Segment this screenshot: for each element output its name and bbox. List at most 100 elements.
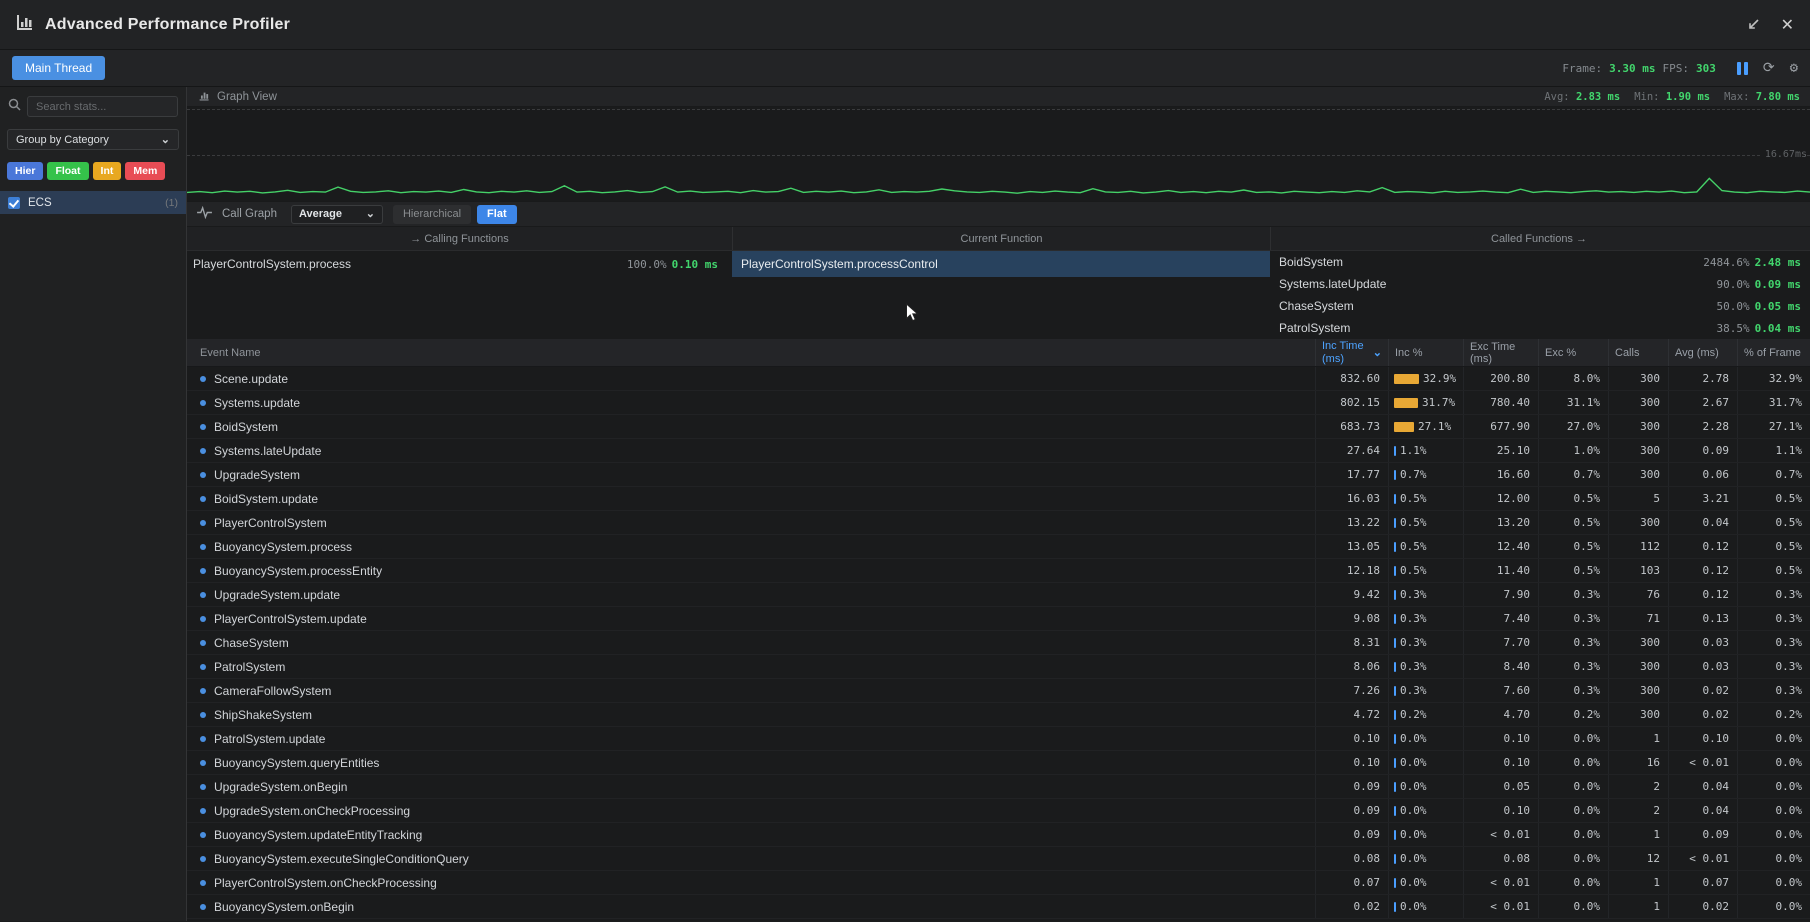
table-row[interactable]: BuoyancySystem.updateEntityTracking0.090… <box>187 823 1810 847</box>
hierarchical-button[interactable]: Hierarchical <box>393 205 471 224</box>
table-row[interactable]: PatrolSystem.update0.100.0%0.100.0%10.10… <box>187 727 1810 751</box>
value-cell: 7.90 <box>1463 583 1538 606</box>
category-dot-icon <box>200 424 206 430</box>
inc-pct-cell: 0.0% <box>1388 799 1463 822</box>
category-dot-icon <box>200 520 206 526</box>
mode-select[interactable]: Average ⌄ <box>291 205 383 224</box>
search-input[interactable] <box>27 96 178 117</box>
table-row[interactable]: BuoyancySystem.onBegin0.020.0%< 0.010.0%… <box>187 895 1810 919</box>
value-cell: 7.26 <box>1315 679 1388 702</box>
filter-chip-hier[interactable]: Hier <box>7 162 43 180</box>
flat-button[interactable]: Flat <box>477 205 517 224</box>
category-dot-icon <box>200 808 206 814</box>
column-header-avg[interactable]: Avg (ms) <box>1668 339 1737 366</box>
called-function-row[interactable]: BoidSystem2484.6%2.48 ms <box>1270 251 1807 273</box>
inc-pct-cell: 0.0% <box>1388 895 1463 918</box>
value-cell: 802.15 <box>1315 391 1388 414</box>
value-cell: 76 <box>1608 583 1668 606</box>
value-cell: 0.09 <box>1315 823 1388 846</box>
column-header-inc-pct[interactable]: Inc % <box>1388 339 1463 366</box>
call-graph-column-headers: → Calling Functions Current Function Cal… <box>187 227 1810 251</box>
called-functions-list: BoidSystem2484.6%2.48 msSystems.lateUpda… <box>1270 251 1807 339</box>
called-function-row[interactable]: PatrolSystem38.5%0.04 ms <box>1270 317 1807 339</box>
filter-chip-int[interactable]: Int <box>93 162 122 180</box>
column-header-pct-of-frame[interactable]: % of Frame <box>1737 339 1810 366</box>
table-row[interactable]: Systems.lateUpdate27.641.1%25.101.0%3000… <box>187 439 1810 463</box>
table-row[interactable]: CameraFollowSystem7.260.3%7.600.3%3000.0… <box>187 679 1810 703</box>
filter-chip-float[interactable]: Float <box>47 162 88 180</box>
filter-chip-mem[interactable]: Mem <box>125 162 165 180</box>
calling-function-row[interactable]: PlayerControlSystem.process 100.0%0.10 m… <box>187 251 732 277</box>
value-cell: 300 <box>1608 391 1668 414</box>
value-cell: 13.20 <box>1463 511 1538 534</box>
table-row[interactable]: UpgradeSystem.update9.420.3%7.900.3%760.… <box>187 583 1810 607</box>
table-row[interactable]: ChaseSystem8.310.3%7.700.3%3000.030.3% <box>187 631 1810 655</box>
tab-main-thread[interactable]: Main Thread <box>12 56 105 80</box>
table-row[interactable]: BuoyancySystem.process13.050.5%12.400.5%… <box>187 535 1810 559</box>
value-cell: 0.0% <box>1737 751 1810 774</box>
ecs-checkbox[interactable] <box>8 197 20 209</box>
table-row[interactable]: Scene.update832.6032.9%200.808.0%3002.78… <box>187 367 1810 391</box>
category-dot-icon <box>200 544 206 550</box>
value-cell: 0.06 <box>1668 463 1737 486</box>
table-row[interactable]: PatrolSystem8.060.3%8.400.3%3000.030.3% <box>187 655 1810 679</box>
table-row[interactable]: PlayerControlSystem.onCheckProcessing0.0… <box>187 871 1810 895</box>
called-function-name: Systems.lateUpdate <box>1270 277 1386 291</box>
group-by-select[interactable]: Group by Category ⌄ <box>7 129 179 150</box>
value-cell: 0.10 <box>1463 727 1538 750</box>
value-cell: 0.0% <box>1737 895 1810 918</box>
sidebar-item-ecs[interactable]: ECS (1) <box>0 191 186 214</box>
called-function-row[interactable]: ChaseSystem50.0%0.05 ms <box>1270 295 1807 317</box>
inc-pct-cell: 0.0% <box>1388 847 1463 870</box>
table-row[interactable]: UpgradeSystem.onBegin0.090.0%0.050.0%20.… <box>187 775 1810 799</box>
value-cell: 16.60 <box>1463 463 1538 486</box>
column-header-calls[interactable]: Calls <box>1608 339 1668 366</box>
value-cell: 0.5% <box>1737 487 1810 510</box>
event-name-cell: UpgradeSystem.onBegin <box>187 775 1315 798</box>
table-row[interactable]: ShipShakeSystem4.720.2%4.700.2%3000.020.… <box>187 703 1810 727</box>
current-function-box[interactable]: PlayerControlSystem.processControl <box>732 251 1270 277</box>
event-name-cell: PatrolSystem.update <box>187 727 1315 750</box>
event-name-cell: PlayerControlSystem <box>187 511 1315 534</box>
inc-pct-cell: 31.7% <box>1388 391 1463 414</box>
value-cell: 1 <box>1608 871 1668 894</box>
column-header-inc-time[interactable]: Inc Time (ms)⌄ <box>1315 339 1388 366</box>
sidebar: Group by Category ⌄ HierFloat IntMem ECS … <box>0 87 187 921</box>
column-header-event-name[interactable]: Event Name <box>187 339 1315 366</box>
column-header-exc-time[interactable]: Exc Time (ms) <box>1463 339 1538 366</box>
table-row[interactable]: PlayerControlSystem.update9.080.3%7.400.… <box>187 607 1810 631</box>
search-icon <box>8 98 21 116</box>
table-row[interactable]: Systems.update802.1531.7%780.4031.1%3002… <box>187 391 1810 415</box>
inc-pct-bar <box>1394 422 1414 432</box>
value-cell: 0.7% <box>1538 463 1608 486</box>
table-row[interactable]: UpgradeSystem17.770.7%16.600.7%3000.060.… <box>187 463 1810 487</box>
pause-icon[interactable] <box>1737 62 1748 75</box>
refresh-icon[interactable]: ⟳ <box>1763 60 1775 76</box>
called-function-row[interactable]: Systems.lateUpdate90.0%0.09 ms <box>1270 273 1807 295</box>
event-name-cell: PlayerControlSystem.onCheckProcessing <box>187 871 1315 894</box>
inc-pct-bar <box>1394 878 1396 888</box>
collapse-icon[interactable] <box>1745 17 1761 33</box>
gear-icon[interactable]: ⚙ <box>1790 60 1798 76</box>
value-cell: < 0.01 <box>1668 847 1737 870</box>
category-dot-icon <box>200 568 206 574</box>
close-icon[interactable]: ✕ <box>1781 15 1794 35</box>
event-name-cell: PatrolSystem <box>187 655 1315 678</box>
inc-pct-cell: 0.5% <box>1388 487 1463 510</box>
called-functions-header: Called Functions → <box>1270 227 1807 250</box>
column-header-exc-pct[interactable]: Exc % <box>1538 339 1608 366</box>
value-cell: < 0.01 <box>1463 895 1538 918</box>
table-row[interactable]: BoidSystem.update16.030.5%12.000.5%53.21… <box>187 487 1810 511</box>
table-row[interactable]: PlayerControlSystem13.220.5%13.200.5%300… <box>187 511 1810 535</box>
table-row[interactable]: BuoyancySystem.processEntity12.180.5%11.… <box>187 559 1810 583</box>
table-row[interactable]: BoidSystem683.7327.1%677.9027.0%3002.282… <box>187 415 1810 439</box>
category-dot-icon <box>200 496 206 502</box>
table-row[interactable]: BuoyancySystem.queryEntities0.100.0%0.10… <box>187 751 1810 775</box>
thread-bar: Main Thread Frame: 3.30 ms FPS: 303 ⟳ ⚙ <box>0 50 1810 87</box>
frame-time-graph[interactable]: 16.67ms <box>187 107 1810 201</box>
value-cell: 31.1% <box>1538 391 1608 414</box>
value-cell: 0.09 <box>1668 439 1737 462</box>
event-name-cell: BuoyancySystem.processEntity <box>187 559 1315 582</box>
table-row[interactable]: BuoyancySystem.executeSingleConditionQue… <box>187 847 1810 871</box>
table-row[interactable]: UpgradeSystem.onCheckProcessing0.090.0%0… <box>187 799 1810 823</box>
